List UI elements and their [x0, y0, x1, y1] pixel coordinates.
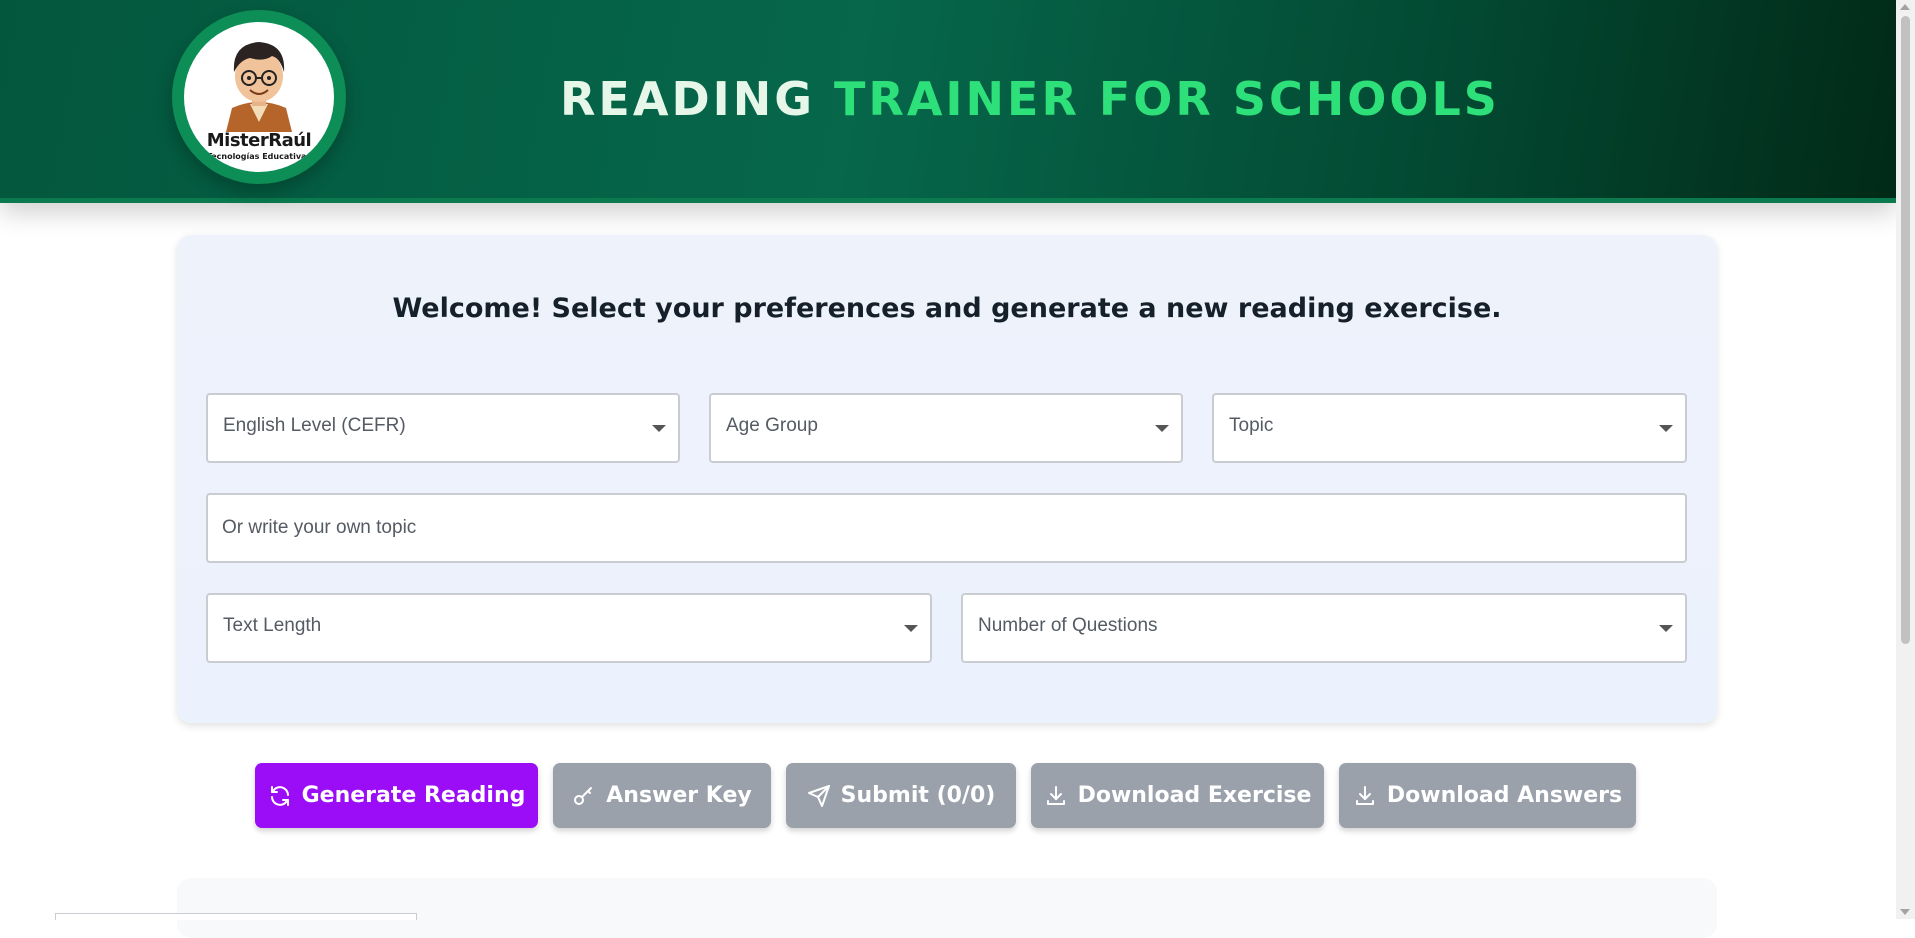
topic-select[interactable]: Topic: [1212, 393, 1687, 463]
scroll-thumb[interactable]: [1901, 16, 1910, 644]
num-questions-select[interactable]: Number of Questions: [961, 593, 1687, 663]
age-group-select[interactable]: Age Group: [709, 393, 1183, 463]
download-answers-button[interactable]: Download Answers: [1339, 763, 1636, 828]
app-header: MisterRaúl Tecnologías Educativas READIN…: [0, 0, 1896, 203]
generate-reading-label: Generate Reading: [301, 783, 526, 808]
chevron-down-icon: [1659, 625, 1673, 632]
age-group-label: Age Group: [726, 415, 818, 436]
num-questions-label: Number of Questions: [978, 615, 1158, 636]
download-icon: [1355, 785, 1374, 805]
answer-key-button[interactable]: Answer Key: [553, 763, 771, 828]
chevron-down-icon: [652, 425, 666, 432]
title-part1: READING: [560, 72, 815, 126]
chevron-down-icon: [904, 625, 918, 632]
generate-reading-button[interactable]: Generate Reading: [255, 763, 538, 828]
topic-label: Topic: [1229, 415, 1274, 436]
download-exercise-button[interactable]: Download Exercise: [1031, 763, 1324, 828]
own-topic-field[interactable]: [206, 493, 1687, 563]
download-exercise-label: Download Exercise: [1077, 783, 1312, 808]
download-icon: [1046, 785, 1065, 805]
preferences-panel: Welcome! Select your preferences and gen…: [177, 235, 1717, 723]
chevron-down-icon: [1155, 425, 1169, 432]
logo-name: MisterRaúl: [206, 130, 312, 151]
scrollbar[interactable]: [1896, 0, 1915, 919]
chevron-down-icon: [1659, 425, 1673, 432]
title-part2: TRAINER FOR SCHOOLS: [834, 72, 1500, 126]
english-level-label: English Level (CEFR): [223, 415, 406, 436]
submit-button[interactable]: Submit (0/0): [786, 763, 1016, 828]
scroll-down-arrow-icon[interactable]: [1900, 909, 1910, 915]
submit-label: Submit (0/0): [840, 783, 996, 808]
logo[interactable]: MisterRaúl Tecnologías Educativas: [172, 10, 346, 184]
english-level-select[interactable]: English Level (CEFR): [206, 393, 680, 463]
text-length-select[interactable]: Text Length: [206, 593, 932, 663]
refresh-icon: [270, 785, 289, 806]
welcome-heading: Welcome! Select your preferences and gen…: [392, 293, 1502, 324]
answer-key-label: Answer Key: [606, 783, 752, 808]
send-icon: [807, 784, 830, 807]
download-answers-label: Download Answers: [1386, 783, 1623, 808]
text-length-label: Text Length: [223, 615, 322, 636]
key-icon: [574, 786, 593, 805]
logo-subtitle: Tecnologías Educativas: [206, 152, 312, 161]
logo-badge: MisterRaúl Tecnologías Educativas: [184, 22, 334, 172]
own-topic-input[interactable]: [222, 495, 1669, 561]
scroll-up-arrow-icon[interactable]: [1900, 4, 1910, 10]
mascot-avatar-icon: [226, 42, 292, 132]
content-card: [177, 878, 1717, 938]
page-title: READING TRAINER FOR SCHOOLS: [560, 72, 1500, 126]
